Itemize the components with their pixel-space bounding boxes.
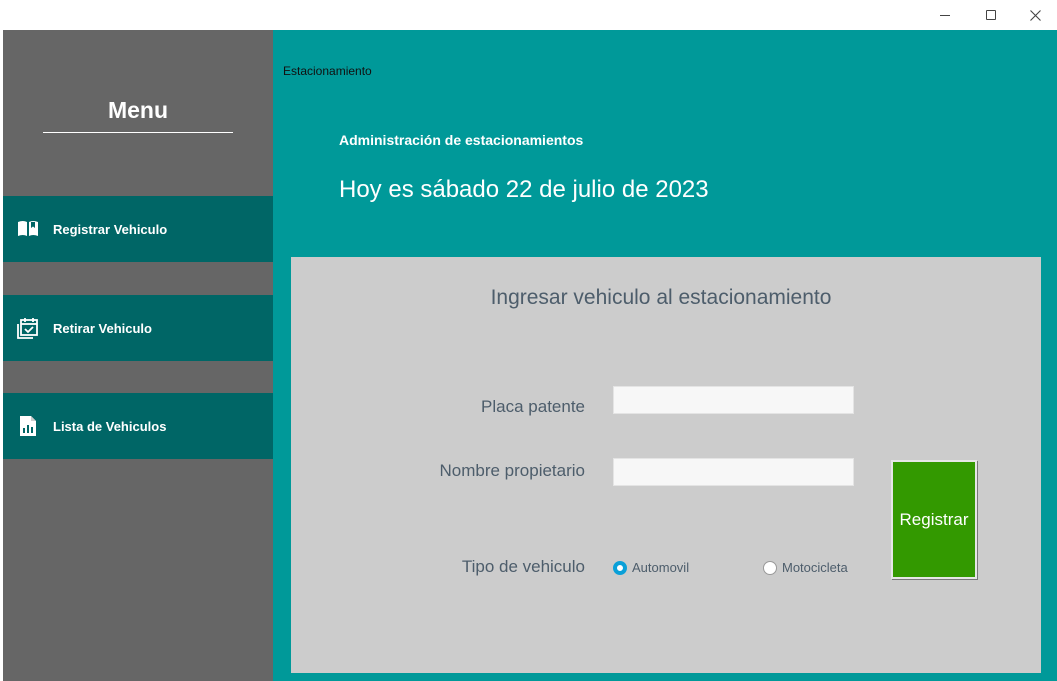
radio-motocicleta[interactable]: Motocicleta (763, 560, 848, 575)
menu-divider (43, 132, 233, 133)
window-titlebar (0, 0, 1057, 30)
report-document-icon (17, 415, 39, 437)
registrar-button[interactable]: Registrar (891, 460, 977, 579)
sidebar-item-label: Registrar Vehiculo (53, 221, 168, 237)
app-label: Estacionamiento (283, 64, 372, 78)
nombre-input[interactable] (613, 458, 854, 486)
nombre-label: Nombre propietario (439, 461, 585, 480)
radio-automovil[interactable]: Automovil (613, 560, 689, 575)
date-text: Hoy es sábado 22 de julio de 2023 (339, 176, 709, 203)
admin-title: Administración de estacionamientos (339, 132, 584, 148)
sidebar-item-retirar-vehiculo[interactable]: Retirar Vehiculo (3, 295, 273, 361)
radio-selected-icon (613, 560, 627, 575)
tipo-label: Tipo de vehiculo (461, 557, 585, 576)
menu-title: Menu (107, 97, 169, 123)
book-open-icon (17, 218, 39, 240)
sidebar-item-label: Lista de Vehiculos (53, 418, 167, 434)
placa-label: Placa patente (481, 397, 585, 416)
placa-input[interactable] (613, 386, 854, 414)
main-content: Estacionamiento Administración de estaci… (273, 30, 1057, 681)
radio-label: Automovil (632, 560, 690, 575)
form-title: Ingresar vehiculo al estacionamiento (490, 286, 832, 309)
close-button[interactable] (1012, 0, 1057, 30)
maximize-button[interactable] (968, 0, 1014, 30)
register-form-panel: Ingresar vehiculo al estacionamiento Pla… (291, 257, 1041, 673)
calendar-check-icon (17, 317, 39, 339)
radio-label: Motocicleta (782, 560, 848, 575)
sidebar: Menu Registrar Vehiculo Retirar Vehiculo (3, 30, 273, 681)
close-icon (1029, 9, 1041, 21)
minimize-button[interactable] (922, 0, 968, 30)
maximize-icon (986, 10, 996, 20)
sidebar-item-registrar-vehiculo[interactable]: Registrar Vehiculo (3, 196, 273, 262)
minimize-icon (940, 14, 950, 16)
sidebar-item-lista-vehiculos[interactable]: Lista de Vehiculos (3, 393, 273, 459)
radio-unselected-icon (763, 560, 777, 575)
sidebar-item-label: Retirar Vehiculo (53, 320, 152, 336)
